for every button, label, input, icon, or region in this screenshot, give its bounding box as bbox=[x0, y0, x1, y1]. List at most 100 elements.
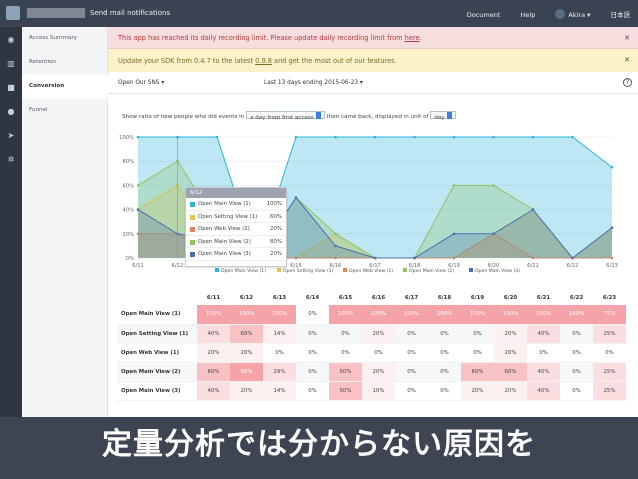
table-cell: 20% bbox=[362, 362, 395, 382]
table-cell: 100% bbox=[560, 305, 593, 325]
table-cell: 0% bbox=[560, 362, 593, 382]
table-cell: 100% bbox=[329, 305, 362, 325]
legend-swatch[interactable] bbox=[277, 268, 281, 272]
table-cell: 20% bbox=[494, 324, 527, 344]
table-cell: 0% bbox=[593, 343, 626, 363]
data-point[interactable] bbox=[373, 135, 377, 139]
column-header: 6/11 bbox=[206, 295, 221, 301]
data-point[interactable] bbox=[492, 232, 495, 236]
table-cell: 14% bbox=[263, 381, 296, 401]
tooltip-row-label: Open Main View (3) bbox=[198, 251, 251, 257]
data-point[interactable] bbox=[136, 208, 140, 211]
table-cell: 40% bbox=[197, 324, 230, 344]
data-point[interactable] bbox=[492, 135, 495, 139]
table-cell: 25% bbox=[593, 381, 626, 401]
tooltip-row-value: 20% bbox=[270, 251, 282, 257]
row-label: Open Main View (1) bbox=[117, 305, 197, 325]
x-tick-label: 6/21 bbox=[527, 263, 539, 269]
data-point[interactable] bbox=[373, 256, 377, 260]
table-cell: 20% bbox=[494, 381, 527, 401]
conversion-chart: 0%20%40%60%80%100%6/116/126/136/146/156/… bbox=[119, 135, 618, 274]
table-cell: 20% bbox=[494, 343, 527, 363]
table-cell: 60% bbox=[494, 362, 527, 382]
table-cell: 0% bbox=[395, 362, 428, 382]
data-point[interactable] bbox=[413, 256, 416, 260]
table-cell: 0% bbox=[296, 381, 329, 401]
legend-label[interactable]: Open Main View (2) bbox=[409, 268, 454, 274]
column-header: 6/12 bbox=[239, 295, 254, 301]
table-row[interactable]: Open Main View (3) 40% 20% 14% 0% 50% 10% 0% 0% 2… bbox=[117, 381, 626, 401]
table-cell: 0% bbox=[395, 343, 428, 363]
table-cell: 100% bbox=[395, 305, 428, 325]
legend-label[interactable]: Open Setting View (1) bbox=[283, 268, 334, 274]
data-point[interactable] bbox=[413, 135, 416, 139]
table-cell: 20% bbox=[461, 381, 494, 401]
column-header: 6/18 bbox=[437, 295, 452, 301]
table-cell: 0% bbox=[296, 305, 329, 325]
table-row[interactable]: Open Web View (1) 20% 20% 0% 0% 0% 0% 0% 0% 0% 20%… bbox=[117, 343, 626, 363]
table-cell: 0% bbox=[395, 381, 428, 401]
table-cell: 0% bbox=[296, 362, 329, 382]
data-point[interactable] bbox=[215, 135, 219, 139]
data-point[interactable] bbox=[452, 232, 456, 236]
data-point[interactable] bbox=[610, 165, 614, 169]
table-cell: 100% bbox=[197, 305, 230, 325]
table-cell: 40% bbox=[527, 324, 560, 344]
table-cell: 0% bbox=[329, 343, 362, 363]
conversion-table: 6/11 6/12 6/13 6/14 6/15 6/16 6/17 6/18 6/19 6/20… bbox=[117, 291, 626, 401]
x-tick-label: 6/22 bbox=[567, 263, 579, 269]
table-cell: 25% bbox=[593, 324, 626, 344]
data-point[interactable] bbox=[571, 135, 574, 139]
x-tick-label: 6/11 bbox=[132, 263, 144, 269]
data-point[interactable] bbox=[571, 256, 574, 260]
tooltip-swatch-0 bbox=[190, 202, 195, 207]
app-frame: Send mail notifications Document Help Ak… bbox=[0, 0, 638, 479]
data-point[interactable] bbox=[334, 244, 337, 248]
data-point[interactable] bbox=[492, 184, 495, 187]
data-point[interactable] bbox=[136, 135, 140, 139]
column-header: 6/14 bbox=[305, 295, 320, 301]
data-point[interactable] bbox=[334, 232, 337, 236]
table-cell: 0% bbox=[296, 343, 329, 363]
slide-caption: 定量分析では分からない原因を bbox=[0, 417, 638, 479]
table-row[interactable]: Open Main View (2) 60% 80% 29% 0% 50% 20% 0% 0% 6… bbox=[117, 362, 626, 382]
data-point[interactable] bbox=[294, 196, 298, 199]
legend-label[interactable]: Open Main View (1) bbox=[221, 268, 266, 274]
y-tick-label: 100% bbox=[119, 135, 134, 141]
data-point[interactable] bbox=[136, 184, 140, 187]
data-point[interactable] bbox=[452, 184, 456, 187]
row-label: Open Main View (3) bbox=[117, 381, 197, 401]
legend-label[interactable]: Open Main View (3) bbox=[475, 268, 520, 274]
tooltip-row: Open Main View (1) 100% bbox=[186, 198, 286, 211]
y-tick-label: 0% bbox=[126, 256, 134, 262]
data-point[interactable] bbox=[452, 135, 456, 139]
legend-swatch[interactable] bbox=[343, 268, 347, 272]
column-header: 6/15 bbox=[338, 295, 353, 301]
tooltip-swatch-3 bbox=[190, 239, 195, 245]
table-row[interactable]: Open Main View (1) 100% 100% 100% 0% 100% 100%… bbox=[117, 305, 626, 325]
legend-swatch[interactable] bbox=[469, 268, 473, 272]
chart-tooltip: 6/12 Open Main View (1) 100% Open Setting… bbox=[185, 187, 287, 267]
row-label: Open Web View (1) bbox=[117, 343, 197, 363]
data-point[interactable] bbox=[531, 208, 535, 211]
y-tick-label: 60% bbox=[122, 183, 134, 189]
table-cell: 20% bbox=[230, 343, 263, 363]
data-point[interactable] bbox=[294, 135, 298, 139]
y-tick-label: 20% bbox=[122, 232, 134, 238]
table-cell: 100% bbox=[263, 305, 296, 325]
table-cell: 29% bbox=[263, 362, 296, 382]
data-point[interactable] bbox=[531, 135, 535, 139]
table-cell: 100% bbox=[461, 305, 494, 325]
table-cell: 0% bbox=[560, 381, 593, 401]
table-row[interactable]: Open Setting View (1) 40% 60% 14% 0% 0% 20% 0% 0… bbox=[117, 324, 626, 344]
legend-swatch[interactable] bbox=[403, 268, 407, 272]
table-cell: 50% bbox=[329, 362, 362, 382]
legend-swatch[interactable] bbox=[215, 268, 219, 272]
legend-label[interactable]: Open Web View (1) bbox=[349, 268, 393, 274]
table-cell: 0% bbox=[428, 324, 461, 344]
table-cell: 0% bbox=[527, 343, 560, 363]
data-point[interactable] bbox=[610, 226, 614, 230]
table-corner bbox=[117, 291, 197, 305]
data-point[interactable] bbox=[334, 135, 337, 139]
tooltip-row-value: 80% bbox=[270, 238, 282, 245]
